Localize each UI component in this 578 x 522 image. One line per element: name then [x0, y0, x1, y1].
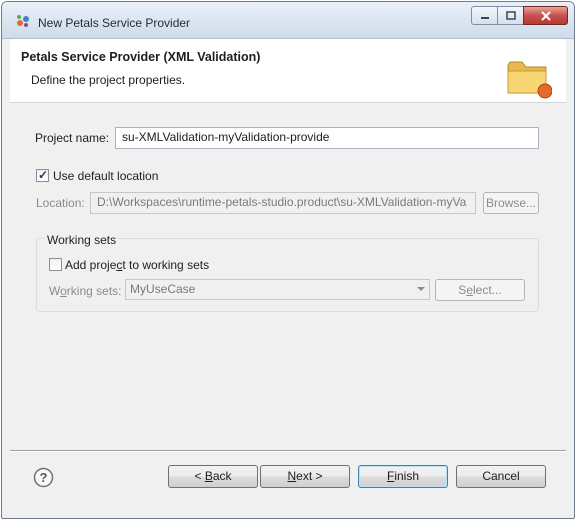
finish-button[interactable]: Finish	[358, 465, 448, 488]
wizard-header: Petals Service Provider (XML Validation)…	[10, 39, 566, 103]
minimize-icon	[480, 16, 489, 19]
dialog-window: New Petals Service Provider Petals Servi…	[1, 1, 575, 519]
location-input[interactable]: D:\Workspaces\runtime-petals-studio.prod…	[90, 192, 476, 214]
working-sets-group-title: Working sets	[45, 233, 119, 247]
use-default-location-label: Use default location	[53, 169, 159, 183]
petals-app-icon	[17, 15, 29, 27]
check-icon: ✓	[38, 168, 49, 182]
working-sets-combo[interactable]: MyUseCase	[125, 279, 430, 300]
maximize-button[interactable]	[497, 6, 524, 25]
svg-text:?: ?	[40, 470, 48, 485]
location-label: Location:	[36, 196, 85, 210]
page-title: Petals Service Provider (XML Validation)	[21, 50, 261, 64]
title-bar[interactable]: New Petals Service Provider	[2, 2, 574, 39]
folder-icon	[507, 61, 552, 99]
project-name-input[interactable]: su-XMLValidation-myValidation-provide	[115, 127, 539, 149]
cancel-button[interactable]: Cancel	[456, 465, 546, 488]
project-name-label: Project name:	[35, 131, 110, 145]
help-icon[interactable]: ?	[33, 467, 54, 488]
maximize-icon	[505, 11, 516, 20]
close-icon	[540, 10, 551, 21]
select-working-sets-button[interactable]: Select...	[435, 279, 525, 301]
back-button[interactable]: < Back	[168, 465, 258, 488]
page-description: Define the project properties.	[31, 73, 186, 87]
window-title: New Petals Service Provider	[38, 16, 191, 30]
minimize-button[interactable]	[471, 6, 498, 25]
close-button[interactable]	[523, 6, 568, 25]
working-sets-value: MyUseCase	[130, 282, 196, 296]
add-to-working-sets-label: Add project to working sets	[65, 258, 210, 272]
button-bar-separator	[10, 450, 566, 452]
working-sets-label: Working sets:	[49, 284, 122, 298]
browse-button[interactable]: Browse...	[483, 192, 539, 214]
add-to-working-sets-checkbox[interactable]	[49, 258, 62, 271]
use-default-location-checkbox[interactable]: ✓	[36, 168, 49, 182]
dropdown-arrow-icon	[417, 287, 425, 291]
next-button[interactable]: Next >	[260, 465, 350, 488]
